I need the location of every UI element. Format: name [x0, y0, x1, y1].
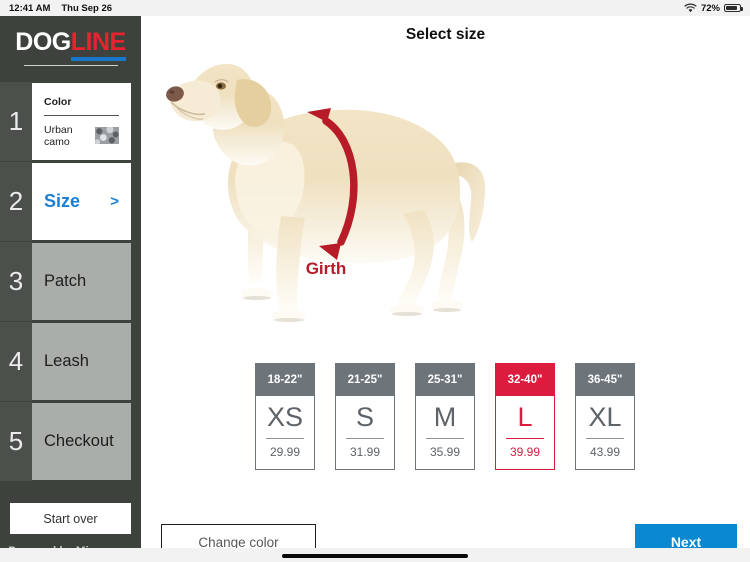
step-card-leash[interactable]: Leash — [32, 323, 131, 400]
checkout-step-label: Checkout — [44, 432, 114, 450]
size-step-label: Size — [44, 191, 81, 211]
size-body-s: S 31.99 — [335, 396, 395, 470]
size-body-l: L 39.99 — [495, 396, 555, 470]
size-range-l: 32-40" — [495, 363, 555, 396]
size-options-list: 18-22" XS 29.99 21-25" S 31.99 25-31" M … — [255, 363, 635, 470]
size-divider-m — [426, 438, 464, 439]
size-price-xs: 29.99 — [269, 445, 301, 459]
chevron-right-icon: > — [110, 193, 119, 210]
step-card-patch[interactable]: Patch — [32, 243, 131, 320]
size-divider-s — [346, 438, 384, 439]
size-range-xs: 18-22" — [255, 363, 315, 396]
patch-step-label: Patch — [44, 272, 87, 290]
step-number-3: 3 — [0, 242, 32, 321]
status-time: 12:41 AM — [9, 2, 51, 14]
size-code-l: L — [517, 402, 533, 432]
sidebar-item-patch[interactable]: 3 Patch — [0, 242, 141, 321]
size-option-xl[interactable]: 36-45" XL 43.99 — [575, 363, 635, 470]
logo-divider — [23, 65, 118, 66]
sidebar-item-size[interactable]: 2 Size > — [0, 162, 141, 241]
leash-step-label: Leash — [44, 352, 89, 370]
status-bar-right: 72% — [684, 2, 743, 14]
size-divider-xl — [586, 438, 624, 439]
step-card-size[interactable]: Size > — [32, 163, 131, 240]
status-bar: 12:41 AM Thu Sep 26 72% — [0, 0, 750, 16]
size-option-s[interactable]: 21-25" S 31.99 — [335, 363, 395, 470]
size-code-xs: XS — [266, 402, 304, 432]
home-indicator-area — [0, 548, 750, 562]
size-price-l: 39.99 — [509, 445, 541, 459]
size-range-s: 21-25" — [335, 363, 395, 396]
size-range-xl: 36-45" — [575, 363, 635, 396]
size-price-s: 31.99 — [349, 445, 381, 459]
size-divider-l — [506, 438, 544, 439]
size-code-m: M — [433, 402, 457, 432]
step-card-checkout[interactable]: Checkout — [32, 403, 131, 480]
size-code-xl: XL — [588, 402, 622, 432]
color-step-title: Color — [44, 95, 72, 108]
sidebar-item-checkout[interactable]: 5 Checkout — [0, 402, 141, 481]
logo-line-text: LINE — [70, 28, 126, 61]
brand-logo: DOGLINE — [0, 16, 141, 66]
home-indicator[interactable] — [282, 554, 468, 558]
step-number-1: 1 — [0, 82, 32, 161]
size-price-m: 35.99 — [429, 445, 461, 459]
size-option-l[interactable]: 32-40" L 39.99 — [495, 363, 555, 470]
start-over-button[interactable]: Start over — [10, 503, 131, 534]
wifi-icon — [684, 3, 697, 13]
labrador-dog-image: Girth — [166, 63, 486, 323]
size-divider-xs — [266, 438, 304, 439]
size-option-xs[interactable]: 18-22" XS 29.99 — [255, 363, 315, 470]
size-body-m: M 35.99 — [415, 396, 475, 470]
color-step-value: Urban camo — [44, 123, 73, 148]
size-range-m: 25-31" — [415, 363, 475, 396]
size-body-xl: XL 43.99 — [575, 396, 635, 470]
step-number-2: 2 — [0, 162, 32, 241]
step-number-5: 5 — [0, 402, 32, 481]
sidebar: DOGLINE 1 Color Urban camo 2 Size > 3 Pa… — [0, 16, 141, 562]
size-option-m[interactable]: 25-31" M 35.99 — [415, 363, 475, 470]
step-card-color[interactable]: Color Urban camo — [32, 83, 131, 160]
status-date: Thu Sep 26 — [61, 2, 113, 14]
battery-icon — [724, 3, 743, 13]
main-panel: Select size Girth 18-22" XS 29.99 21-25"… — [141, 16, 750, 562]
logo-dog-text: DOG — [15, 28, 71, 56]
page-title: Select size — [405, 26, 486, 43]
color-step-divider — [44, 114, 119, 116]
urban-camo-swatch-icon — [94, 127, 119, 144]
color-step-value-row: Urban camo — [44, 124, 119, 148]
sidebar-item-leash[interactable]: 4 Leash — [0, 322, 141, 401]
girth-label: Girth — [306, 259, 347, 278]
battery-percent-label: 72% — [700, 2, 720, 14]
sidebar-item-color[interactable]: 1 Color Urban camo — [0, 82, 141, 161]
size-body-xs: XS 29.99 — [255, 396, 315, 470]
step-number-4: 4 — [0, 322, 32, 401]
status-bar-left: 12:41 AM Thu Sep 26 — [9, 3, 112, 14]
size-price-xl: 43.99 — [589, 445, 621, 459]
dog-hero-illustration: Girth — [141, 46, 750, 338]
app-root: 12:41 AM Thu Sep 26 72% DOGLINE 1 Color … — [0, 0, 750, 562]
size-code-s: S — [355, 402, 374, 432]
step-list: 1 Color Urban camo 2 Size > 3 Patch 4 Le… — [0, 82, 141, 481]
